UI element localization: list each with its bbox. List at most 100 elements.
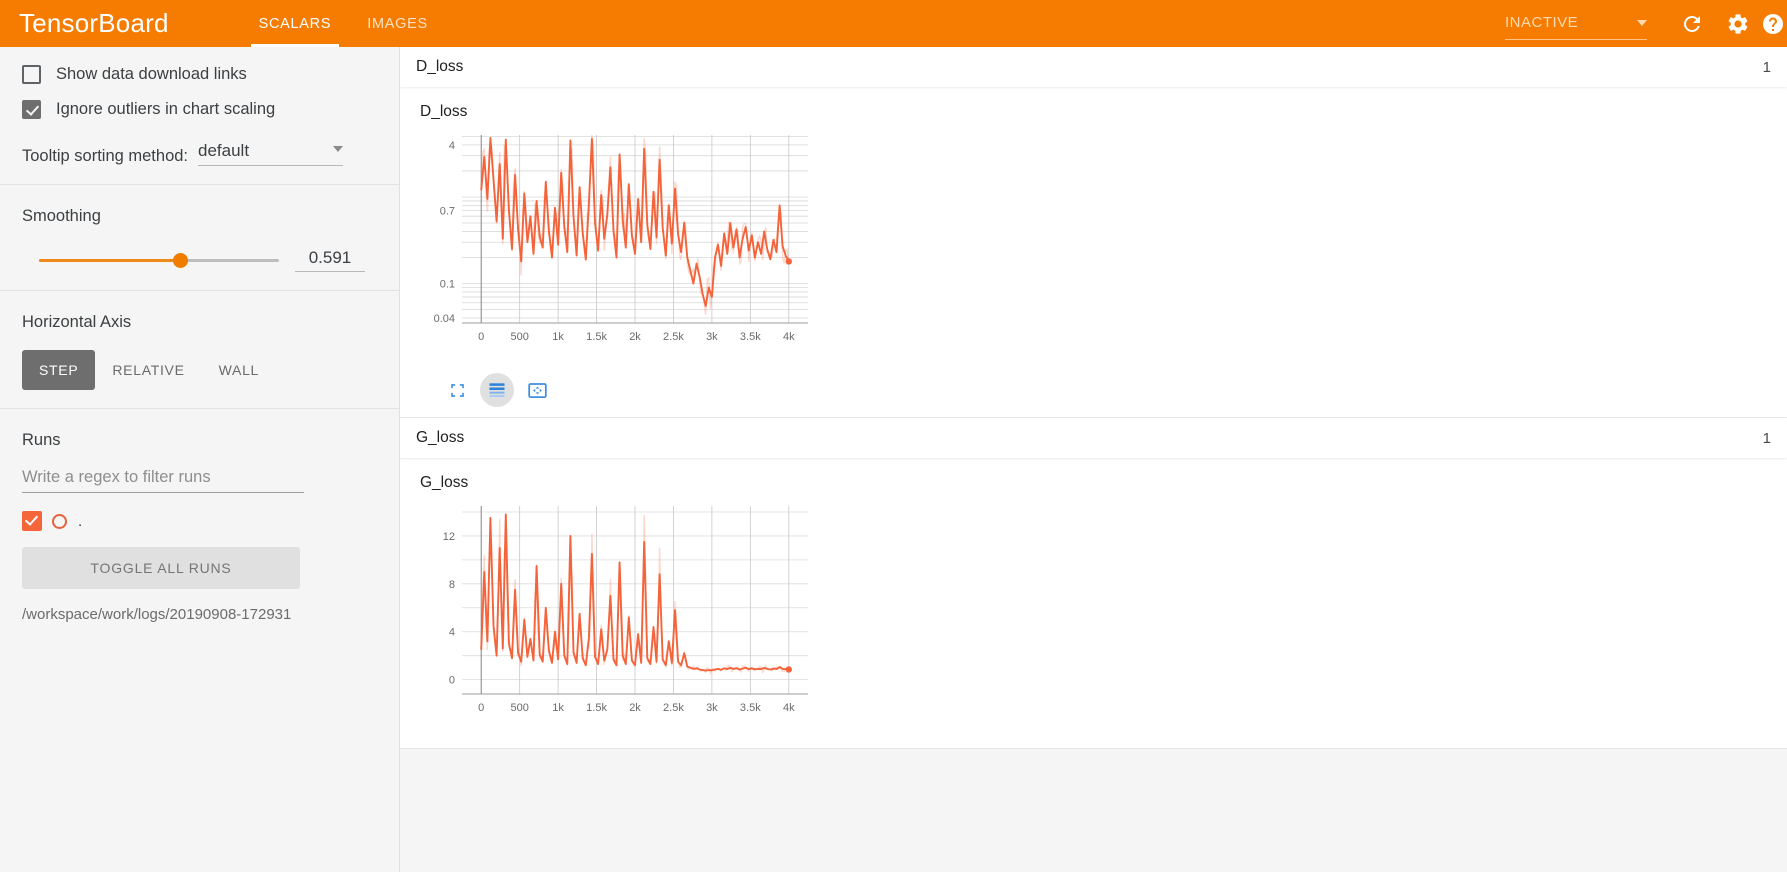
help-icon <box>1763 13 1783 34</box>
card-header-g-loss[interactable]: G_loss 1 <box>400 418 1787 458</box>
reload-icon <box>1683 15 1700 32</box>
svg-text:500: 500 <box>510 702 528 714</box>
toggle-ignore-outliers[interactable]: Ignore outliers in chart scaling <box>22 100 377 119</box>
card-g-loss: G_loss 1 G_loss 12 8 4 0 0 500 1k 1.5k 2k 2.5k 3k 3… <box>400 418 1787 749</box>
svg-text:0.1: 0.1 <box>440 279 455 291</box>
svg-text:8: 8 <box>449 579 455 591</box>
svg-text:0.04: 0.04 <box>434 313 455 325</box>
checkbox-checked-icon <box>22 100 41 119</box>
gear-icon <box>1728 13 1748 34</box>
help-button[interactable] <box>1761 0 1787 47</box>
app-body: Show data download links Ignore outliers… <box>0 47 1787 872</box>
fit-domain-button-d-loss[interactable] <box>520 373 554 407</box>
chart-title-d-loss: D_loss <box>420 103 468 120</box>
run-checkbox[interactable] <box>22 511 42 531</box>
runs-section: Runs Write a regex to filter runs . TOGG… <box>0 431 399 623</box>
svg-text:0: 0 <box>478 331 484 343</box>
tooltip-sorting-value: default <box>198 141 250 160</box>
svg-text:4k: 4k <box>783 702 795 714</box>
slider-fill <box>39 259 181 262</box>
settings-button[interactable] <box>1715 0 1761 47</box>
card-count-d-loss: 1 <box>1762 58 1771 76</box>
app-header: TensorBoard SCALARS IMAGES INACTIVE <box>0 0 1787 47</box>
svg-text:4: 4 <box>449 627 455 639</box>
svg-text:2.5k: 2.5k <box>663 702 684 714</box>
data-table-button-d-loss[interactable] <box>480 373 514 407</box>
svg-text:4: 4 <box>449 140 455 152</box>
tooltip-sorting-label: Tooltip sorting method: <box>22 147 189 165</box>
divider <box>0 290 399 291</box>
runs-filter-input[interactable]: Write a regex to filter runs <box>22 468 304 493</box>
chart-d-loss[interactable]: 4 0.7 0.1 0.04 0 500 1k 1.5k 2k 2.5k 3k 3.5k 4k <box>416 127 1787 367</box>
fullscreen-button-d-loss[interactable] <box>440 373 474 407</box>
card-body-d-loss: D_loss 4 0.7 0.1 0.04 0 500 1k 1.5k 2k 2.5k 3k 3.5k… <box>400 87 1787 417</box>
tooltip-sorting-select[interactable]: default <box>198 141 344 166</box>
app-title: TensorBoard <box>19 8 169 38</box>
fit-domain-icon <box>527 382 547 398</box>
horizontal-axis-section: Horizontal Axis STEP RELATIVE WALL <box>0 313 399 390</box>
svg-text:1.5k: 1.5k <box>586 331 607 343</box>
axis-option-wall[interactable]: WALL <box>202 350 276 390</box>
tab-scalars[interactable]: SCALARS <box>241 0 350 47</box>
svg-text:2.5k: 2.5k <box>663 331 684 343</box>
chart-g-loss[interactable]: 12 8 4 0 0 500 1k 1.5k 2k 2.5k 3k 3.5k 4k <box>416 498 1787 738</box>
card-title-d-loss: D_loss <box>416 58 464 75</box>
svg-text:0: 0 <box>478 702 484 714</box>
smoothing-value-input[interactable]: 0.591 <box>295 248 365 272</box>
svg-text:500: 500 <box>510 331 528 343</box>
run-list-item[interactable]: . <box>22 511 377 531</box>
smoothing-section: Smoothing 0.591 <box>0 207 399 272</box>
run-status-selector[interactable]: INACTIVE <box>1505 13 1647 40</box>
card-header-d-loss[interactable]: D_loss 1 <box>400 47 1787 87</box>
fullscreen-icon <box>450 383 464 397</box>
svg-text:3k: 3k <box>706 331 718 343</box>
sidebar-settings: Show data download links Ignore outliers… <box>0 65 399 166</box>
run-status-value: INACTIVE <box>1505 13 1579 31</box>
card-title-g-loss: G_loss <box>416 429 465 446</box>
toggle-all-runs-button[interactable]: TOGGLE ALL RUNS <box>22 547 300 589</box>
card-body-g-loss: G_loss 12 8 4 0 0 500 1k 1.5k 2k 2.5k 3k 3.5k 4k <box>400 458 1787 748</box>
svg-text:1.5k: 1.5k <box>586 702 607 714</box>
axis-option-wall-label: WALL <box>218 362 260 378</box>
chart-svg-d-loss: 4 0.7 0.1 0.04 0 500 1k 1.5k 2k 2.5k 3k 3.5k 4k <box>434 134 808 343</box>
axis-option-relative-label: RELATIVE <box>112 362 185 378</box>
svg-text:3.5k: 3.5k <box>740 702 761 714</box>
slider-thumb[interactable] <box>173 253 189 268</box>
svg-text:4k: 4k <box>783 331 795 343</box>
chart-title-g-loss: G_loss <box>420 474 469 491</box>
svg-text:3k: 3k <box>706 702 718 714</box>
smoothing-title: Smoothing <box>22 207 101 225</box>
checkbox-unchecked-icon <box>22 65 41 84</box>
divider <box>0 184 399 185</box>
svg-text:0: 0 <box>449 675 455 687</box>
svg-text:12: 12 <box>443 531 455 543</box>
tab-scalars-label: SCALARS <box>258 15 332 32</box>
toggle-ignore-outliers-label: Ignore outliers in chart scaling <box>56 100 276 118</box>
svg-text:2k: 2k <box>629 331 641 343</box>
card-d-loss: D_loss 1 D_loss 4 0.7 0.1 0.04 0 500 1k 1.5k 2k 2… <box>400 47 1787 418</box>
axis-option-relative[interactable]: RELATIVE <box>95 350 201 390</box>
svg-text:2k: 2k <box>629 702 641 714</box>
runs-title: Runs <box>22 431 61 449</box>
tooltip-sorting-row: Tooltip sorting method: default <box>22 141 377 166</box>
smoothing-row: 0.591 <box>22 248 377 272</box>
run-color-marker <box>52 513 67 529</box>
horizontal-axis-title: Horizontal Axis <box>22 313 132 331</box>
card-count-g-loss: 1 <box>1762 429 1771 447</box>
toggle-download-links[interactable]: Show data download links <box>22 65 377 84</box>
chart-toolbar-d-loss <box>440 373 1787 407</box>
smoothing-slider[interactable] <box>39 253 279 268</box>
chevron-down-icon <box>1637 19 1647 26</box>
horizontal-axis-options: STEP RELATIVE WALL <box>22 350 377 390</box>
divider <box>0 408 399 409</box>
axis-option-step[interactable]: STEP <box>22 350 96 390</box>
svg-text:0.7: 0.7 <box>440 205 455 217</box>
tab-images-label: IMAGES <box>367 15 428 32</box>
main-nav: SCALARS IMAGES <box>241 0 446 47</box>
tab-images[interactable]: IMAGES <box>349 0 446 47</box>
run-name-label: . <box>78 512 83 530</box>
chart-svg-g-loss: 12 8 4 0 0 500 1k 1.5k 2k 2.5k 3k 3.5k 4k <box>443 506 808 714</box>
reload-button[interactable] <box>1669 0 1715 47</box>
svg-text:1k: 1k <box>552 331 564 343</box>
header-actions: INACTIVE <box>1505 0 1787 47</box>
